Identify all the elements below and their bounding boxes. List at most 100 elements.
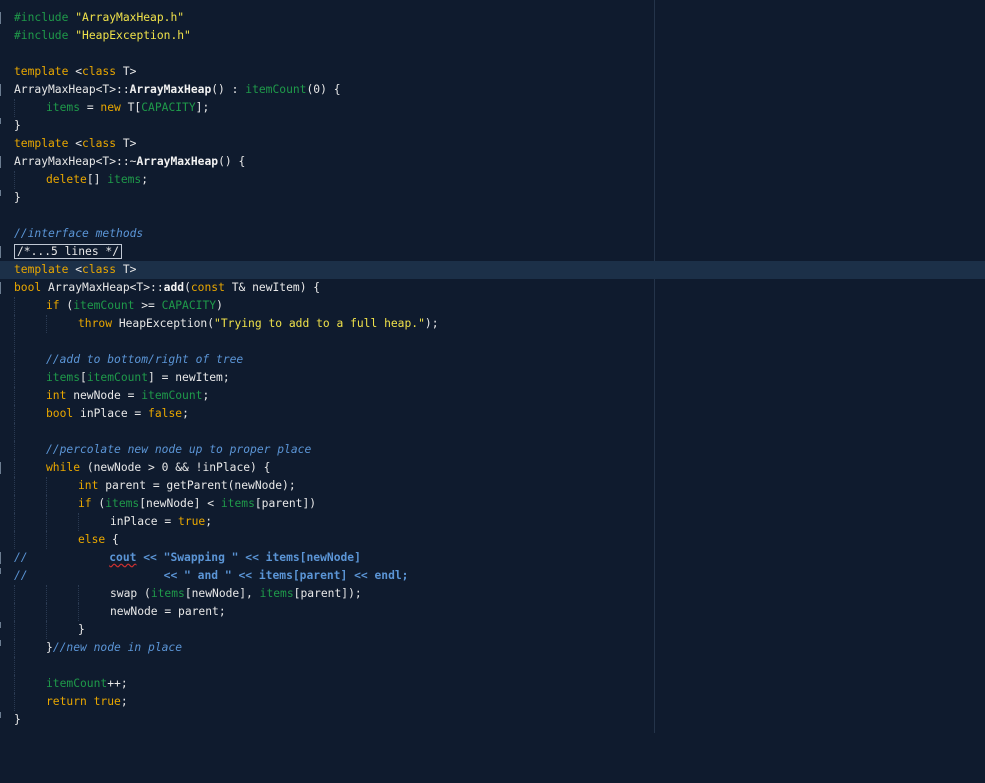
code-line[interactable]: //interface methods <box>0 225 985 243</box>
comment-marker: // <box>14 551 28 564</box>
function-name: ArrayMaxHeap <box>129 83 212 96</box>
field-name: items <box>105 497 140 510</box>
indent-guide <box>46 531 78 549</box>
current-line[interactable]: template <class T> <box>0 261 985 279</box>
commented-code: << "Swapping " << items[newNode] <box>136 551 361 564</box>
code-text: inPlace = <box>73 407 149 420</box>
code-line[interactable]: items = new T[CAPACITY]; <box>0 99 985 117</box>
code-line[interactable]: } <box>0 711 985 729</box>
code-line[interactable]: #include "ArrayMaxHeap.h" <box>0 9 985 27</box>
code-line[interactable]: return true; <box>0 693 985 711</box>
code-line[interactable]: else { <box>0 531 985 549</box>
fold-toggle-icon[interactable] <box>0 246 3 258</box>
code-text: < <box>68 263 83 276</box>
field-name: itemCount <box>86 371 149 384</box>
field-name: itemCount <box>245 83 307 96</box>
keyword: bool <box>46 407 74 420</box>
code-text: [newNode] < <box>139 497 221 510</box>
fold-end-icon <box>0 622 3 628</box>
code-line[interactable]: template <class T> <box>0 63 985 81</box>
indent-guide <box>14 333 46 351</box>
indent-guide <box>78 603 110 621</box>
keyword: else <box>78 533 106 546</box>
fold-toggle-icon[interactable] <box>0 282 3 294</box>
code-line[interactable]: if (items[newNode] < items[parent]) <box>0 495 985 513</box>
code-line[interactable]: while (newNode > 0 && !inPlace) { <box>0 459 985 477</box>
code-line[interactable]: int newNode = itemCount; <box>0 387 985 405</box>
preprocessor: #include <box>14 29 69 42</box>
preprocessor: #include <box>14 11 69 24</box>
indent-guide <box>46 315 78 333</box>
code-text: [parent]); <box>293 587 362 600</box>
code-line[interactable]: } <box>0 621 985 639</box>
code-line[interactable]: #include "HeapException.h" <box>0 27 985 45</box>
code-text: ArrayMaxHeap<T>:: <box>41 281 164 294</box>
keyword: delete <box>46 173 87 186</box>
code-text: } <box>78 623 85 636</box>
code-line[interactable]: delete[] items; <box>0 171 985 189</box>
code-line[interactable] <box>0 423 985 441</box>
code-text: T[ <box>120 101 142 114</box>
fold-toggle-icon[interactable] <box>0 552 3 564</box>
code-line[interactable]: itemCount++; <box>0 675 985 693</box>
code-line[interactable]: bool ArrayMaxHeap<T>::add(const T& newIt… <box>0 279 985 297</box>
code-line[interactable] <box>0 333 985 351</box>
indent-guide <box>14 531 46 549</box>
code-line[interactable]: } <box>0 117 985 135</box>
code-line[interactable]: if (itemCount >= CAPACITY) <box>0 297 985 315</box>
code-text: ArrayMaxHeap<T>::~ <box>14 155 137 168</box>
folded-code-block[interactable]: /*...5 lines */ <box>14 244 123 259</box>
code-text: [newNode], <box>184 587 260 600</box>
indent-guide <box>14 315 46 333</box>
code-line[interactable]: // cout << "Swapping " << items[newNode] <box>0 549 985 567</box>
code-text: } <box>14 119 21 132</box>
code-line[interactable]: //percolate new node up to proper place <box>0 441 985 459</box>
keyword: true <box>93 695 121 708</box>
comment: //interface methods <box>14 227 144 240</box>
code-line[interactable]: template <class T> <box>0 135 985 153</box>
indent-guide <box>46 603 78 621</box>
code-line[interactable]: swap (items[newNode], items[parent]); <box>0 585 985 603</box>
code-text: newNode = parent; <box>110 605 226 618</box>
code-text: < <box>68 137 83 150</box>
fold-toggle-icon[interactable] <box>0 462 3 474</box>
misspelled-word[interactable]: cout <box>109 551 136 564</box>
code-line[interactable]: int parent = getParent(newNode); <box>0 477 985 495</box>
code-line[interactable] <box>0 657 985 675</box>
code-line[interactable]: }//new node in place <box>0 639 985 657</box>
fold-toggle-icon[interactable] <box>0 84 3 96</box>
code-line[interactable]: /*...5 lines */ <box>0 243 985 261</box>
indent-guide <box>14 387 46 405</box>
code-line[interactable]: ArrayMaxHeap<T>::ArrayMaxHeap() : itemCo… <box>0 81 985 99</box>
fold-end-icon <box>0 640 3 646</box>
code-text: parent = getParent(newNode); <box>98 479 296 492</box>
code-line[interactable]: } <box>0 189 985 207</box>
code-line[interactable]: inPlace = true; <box>0 513 985 531</box>
fold-toggle-icon[interactable] <box>0 156 3 168</box>
indent-guide <box>78 585 110 603</box>
field-name: items <box>259 587 294 600</box>
code-line[interactable]: ArrayMaxHeap<T>::~ArrayMaxHeap() { <box>0 153 985 171</box>
code-text: T> <box>116 263 137 276</box>
code-editor[interactable]: #include "ArrayMaxHeap.h" #include "Heap… <box>0 0 985 733</box>
code-line[interactable]: // << " and " << items[parent] << endl; <box>0 567 985 585</box>
fold-toggle-icon[interactable] <box>0 12 3 24</box>
code-line[interactable]: //add to bottom/right of tree <box>0 351 985 369</box>
string-literal: "ArrayMaxHeap.h" <box>75 11 185 24</box>
keyword: class <box>82 137 117 150</box>
keyword: new <box>100 101 121 114</box>
code-text: ); <box>424 317 439 330</box>
indent-guide <box>14 513 46 531</box>
indent-guide <box>14 585 46 603</box>
code-text: ]; <box>195 101 210 114</box>
string-literal: "HeapException.h" <box>75 29 191 42</box>
code-line[interactable]: bool inPlace = false; <box>0 405 985 423</box>
keyword: if <box>46 299 60 312</box>
field-name: items <box>220 497 255 510</box>
code-line[interactable]: items[itemCount] = newItem; <box>0 369 985 387</box>
code-line[interactable]: throw HeapException("Trying to add to a … <box>0 315 985 333</box>
code-line[interactable]: newNode = parent; <box>0 603 985 621</box>
